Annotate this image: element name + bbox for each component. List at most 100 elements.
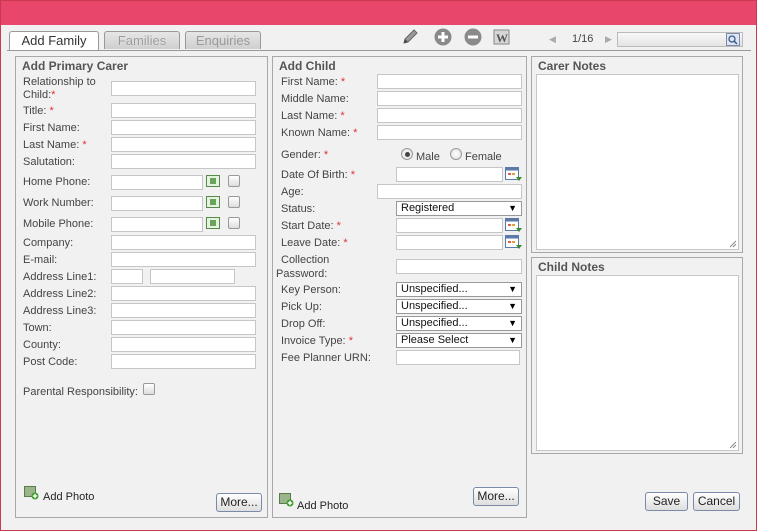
carer-notes-textarea[interactable] [536, 74, 739, 250]
start-date-input[interactable] [396, 218, 503, 233]
work-number-input[interactable] [111, 196, 203, 211]
fee-planner-input[interactable] [396, 350, 520, 365]
child-middle-name-input[interactable] [377, 91, 522, 106]
mobile-phone-checkbox[interactable] [228, 217, 240, 229]
work-number-checkbox[interactable] [228, 196, 240, 208]
tab-divider [7, 50, 751, 51]
tab-add-family[interactable]: Add Family [9, 31, 99, 50]
add-child-panel: Add Child First Name: * Middle Name: Las… [272, 56, 527, 518]
company-label: Company: [23, 237, 74, 249]
phone-icon[interactable] [206, 174, 220, 187]
title-bar [1, 1, 756, 25]
carer-add-photo-link[interactable]: Add Photo [43, 491, 94, 503]
invoice-type-label: Invoice Type: * [281, 335, 353, 347]
pick-up-select[interactable]: Unspecified... ▼ [396, 299, 522, 314]
gender-male-radio[interactable] [401, 148, 413, 160]
address3-input[interactable] [111, 303, 256, 318]
dob-input[interactable] [396, 167, 503, 182]
address1-number-input[interactable] [111, 269, 143, 284]
address1-input[interactable] [150, 269, 235, 284]
pick-up-label: Pick Up: [281, 301, 322, 313]
cancel-button[interactable]: Cancel [693, 492, 740, 511]
pencil-icon[interactable] [401, 28, 419, 46]
carer-more-button[interactable]: More... [216, 493, 262, 512]
relationship-input[interactable] [111, 81, 256, 96]
add-photo-icon[interactable] [279, 493, 294, 507]
phone-icon[interactable] [206, 216, 220, 229]
plus-circle-icon[interactable] [434, 28, 452, 46]
address2-label: Address Line2: [23, 288, 97, 300]
carer-last-name-input[interactable] [111, 137, 256, 152]
parental-responsibility-checkbox[interactable] [143, 383, 155, 395]
age-input[interactable] [377, 184, 522, 199]
relationship-label-line2: Child:* [23, 89, 56, 101]
calendar-icon[interactable] [505, 167, 522, 182]
company-input[interactable] [111, 235, 256, 250]
county-input[interactable] [111, 337, 256, 352]
child-add-photo-link[interactable]: Add Photo [297, 500, 348, 512]
next-page-button[interactable]: ▶ [605, 34, 612, 45]
invoice-type-select[interactable]: Please Select ▼ [396, 333, 522, 348]
known-name-label: Known Name: * [281, 127, 358, 139]
fee-planner-label: Fee Planner URN: [281, 352, 371, 364]
title-label: Title: * [23, 105, 54, 117]
key-person-select[interactable]: Unspecified... ▼ [396, 282, 522, 297]
town-label: Town: [23, 322, 52, 334]
drop-off-select[interactable]: Unspecified... ▼ [396, 316, 522, 331]
calendar-icon[interactable] [505, 218, 522, 233]
carer-first-name-input[interactable] [111, 120, 256, 135]
add-photo-icon[interactable] [24, 486, 39, 500]
minus-circle-icon[interactable] [464, 28, 482, 46]
primary-carer-panel: Add Primary Carer Relationship to Child:… [15, 56, 268, 518]
child-notes-panel: Child Notes [531, 257, 743, 454]
address3-label: Address Line3: [23, 305, 97, 317]
postcode-input[interactable] [111, 354, 256, 369]
gender-female-radio[interactable] [450, 148, 462, 160]
gender-label: Gender: * [281, 149, 329, 161]
home-phone-checkbox[interactable] [228, 175, 240, 187]
mobile-phone-label: Mobile Phone: [23, 218, 94, 230]
status-select[interactable]: Registered ▼ [396, 201, 522, 216]
gender-female-label: Female [465, 151, 502, 163]
tab-enquiries[interactable]: Enquiries [185, 31, 261, 49]
child-notes-title: Child Notes [538, 260, 605, 274]
leave-date-input[interactable] [396, 235, 503, 250]
tab-families[interactable]: Families [104, 31, 180, 49]
gender-male-label: Male [416, 151, 440, 163]
address1-label: Address Line1: [23, 271, 97, 283]
mobile-phone-input[interactable] [111, 217, 203, 232]
home-phone-label: Home Phone: [23, 176, 91, 188]
known-name-input[interactable] [377, 125, 522, 140]
dob-label: Date Of Birth: * [281, 169, 355, 181]
postcode-label: Post Code: [23, 356, 78, 368]
start-date-label: Start Date: * [281, 220, 341, 232]
child-first-name-label: First Name: * [281, 76, 346, 88]
prev-page-button[interactable]: ◀ [549, 34, 556, 45]
calendar-icon[interactable] [505, 235, 522, 250]
relationship-label: Relationship to [23, 76, 96, 88]
email-input[interactable] [111, 252, 256, 267]
drop-off-label: Drop Off: [281, 318, 326, 330]
child-first-name-input[interactable] [377, 74, 522, 89]
resize-grip-icon[interactable] [729, 441, 737, 449]
search-icon[interactable] [726, 33, 740, 46]
home-phone-input[interactable] [111, 175, 203, 190]
child-notes-textarea[interactable] [536, 275, 739, 451]
collection-password-input[interactable] [396, 259, 522, 274]
status-label: Status: [281, 203, 316, 215]
title-input[interactable] [111, 103, 256, 118]
address2-input[interactable] [111, 286, 256, 301]
town-input[interactable] [111, 320, 256, 335]
search-input[interactable] [617, 32, 743, 47]
word-document-icon[interactable]: W [493, 28, 511, 46]
county-label: County: [23, 339, 61, 351]
phone-icon[interactable] [206, 195, 220, 208]
carer-last-name-label: Last Name: * [23, 139, 87, 151]
resize-grip-icon[interactable] [729, 240, 737, 248]
child-more-button[interactable]: More... [473, 487, 519, 506]
child-last-name-input[interactable] [377, 108, 522, 123]
salutation-input[interactable] [111, 154, 256, 169]
age-label: Age: [281, 186, 304, 198]
save-button[interactable]: Save [645, 492, 688, 511]
key-person-label: Key Person: [281, 284, 341, 296]
